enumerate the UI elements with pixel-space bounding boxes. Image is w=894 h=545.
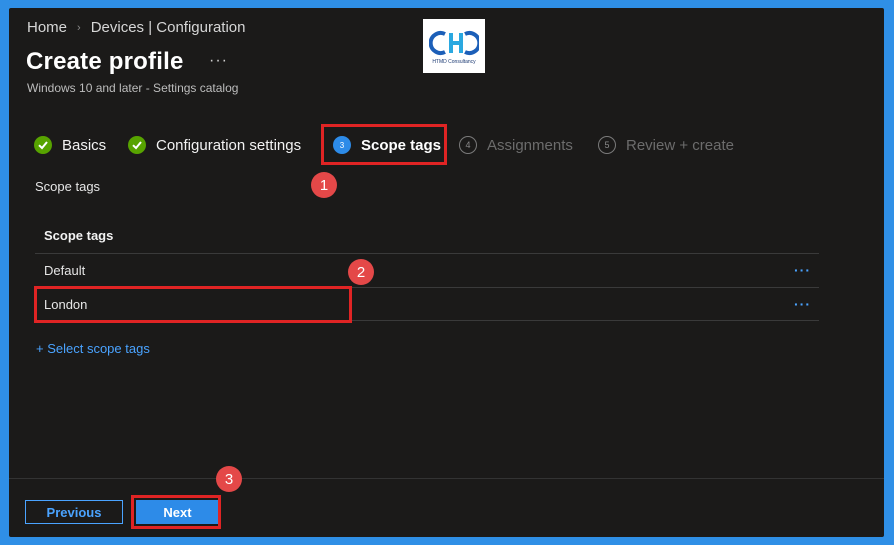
- breadcrumb-separator-icon: ›: [77, 21, 81, 34]
- step-label: Configuration settings: [156, 136, 302, 154]
- breadcrumb-devices-configuration[interactable]: Devices | Configuration: [91, 19, 246, 36]
- previous-button[interactable]: Previous: [25, 500, 123, 524]
- logo-caption: HTMD Consultancy: [432, 58, 476, 65]
- logo-mark-icon: [429, 30, 479, 55]
- scope-tags-step-highlight: [321, 124, 447, 165]
- callout-badge-1: 1: [311, 172, 337, 198]
- scope-tag-name: Default: [44, 262, 86, 278]
- section-label: Scope tags: [35, 179, 101, 194]
- step-number-icon: 5: [598, 136, 616, 154]
- checkmark-icon: [34, 136, 52, 154]
- table-header: Scope tags: [44, 228, 114, 243]
- breadcrumb-home[interactable]: Home: [27, 19, 67, 36]
- select-scope-tags-link[interactable]: + Select scope tags: [36, 341, 150, 356]
- step-assignments[interactable]: 4 Assignments: [459, 136, 573, 154]
- step-number-icon: 4: [459, 136, 477, 154]
- table-row[interactable]: Default ···: [35, 253, 819, 286]
- step-label: Basics: [62, 136, 107, 154]
- callout-badge-3: 3: [216, 466, 242, 492]
- page-subtitle: Windows 10 and later - Settings catalog: [27, 81, 239, 95]
- london-row-highlight: [34, 286, 352, 323]
- footer-divider: [9, 478, 884, 479]
- page-title: Create profile: [26, 48, 184, 75]
- logo: HTMD Consultancy: [423, 19, 485, 73]
- breadcrumb: Home › Devices | Configuration: [27, 19, 246, 36]
- row-more-icon[interactable]: ···: [794, 262, 811, 278]
- step-review-create[interactable]: 5 Review + create: [598, 136, 734, 154]
- next-button-highlight: [131, 495, 221, 529]
- callout-badge-2: 2: [348, 259, 374, 285]
- step-configuration-settings[interactable]: Configuration settings: [128, 136, 301, 154]
- step-label: Assignments: [487, 136, 573, 154]
- step-label: Review + create: [626, 136, 734, 154]
- app-window: Home › Devices | Configuration Create pr…: [9, 8, 884, 537]
- checkmark-icon: [128, 136, 146, 154]
- step-basics[interactable]: Basics: [34, 136, 106, 154]
- more-options-icon[interactable]: ···: [209, 52, 228, 70]
- row-more-icon[interactable]: ···: [794, 296, 811, 312]
